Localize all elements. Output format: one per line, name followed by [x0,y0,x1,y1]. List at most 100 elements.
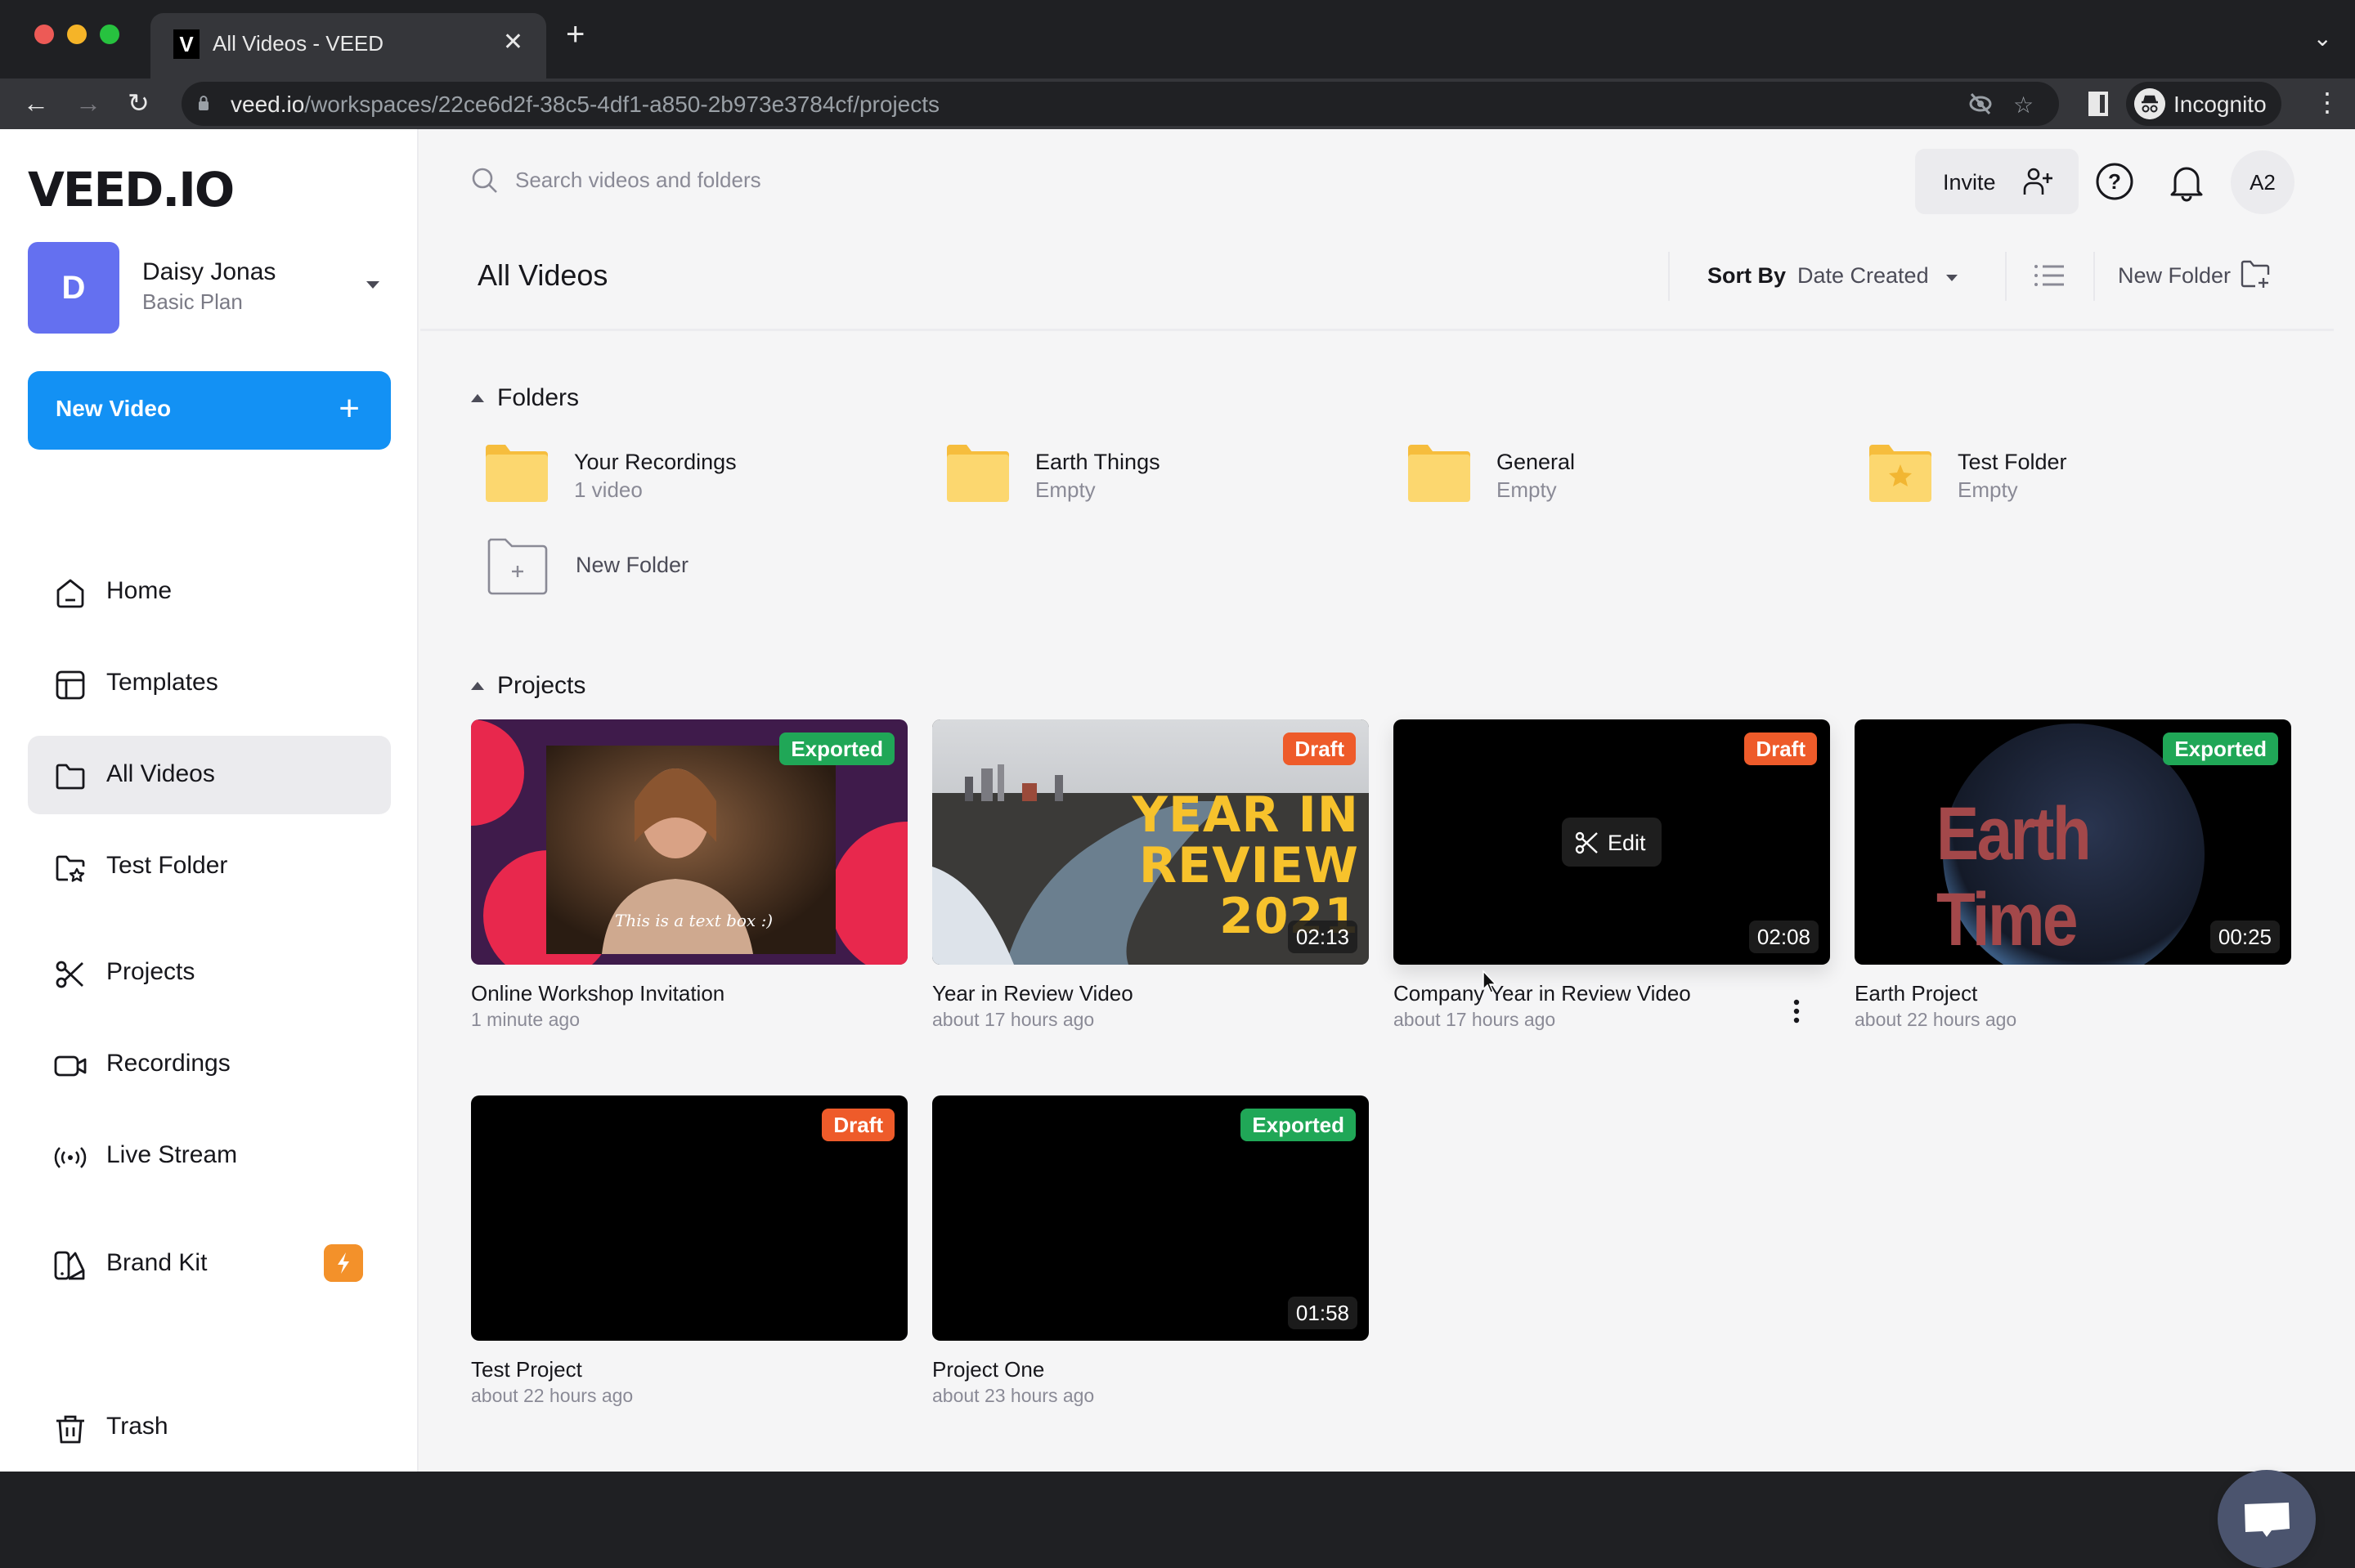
reload-icon[interactable]: ↻ [128,87,150,119]
maximize-window-button[interactable] [100,25,119,44]
folder-subtitle: Empty [1958,477,2018,502]
sidebar-item-templates[interactable]: Templates [28,644,391,723]
folder-icon [56,764,85,790]
thumbnail-headline: YEAR IN REVIEW 2021 [1132,786,1359,945]
sidebar-item-recordings[interactable]: Recordings [28,1025,391,1104]
sidebar-item-projects[interactable]: Projects [28,934,391,1012]
tab-title: All Videos - VEED [213,31,384,56]
broadcast-icon [54,1147,87,1168]
veed-logo[interactable]: VEED.IO [28,162,235,217]
forward-icon[interactable]: → [75,87,101,119]
folder-item[interactable]: Earth Things Empty [945,443,1354,508]
folder-name: General [1496,450,1576,474]
folder-icon [1408,445,1470,502]
project-title[interactable]: Earth Project [1855,981,1977,1006]
folder-item[interactable]: General Empty [1406,443,1815,508]
account-name: Daisy Jonas [142,258,276,285]
duration-badge: 02:13 [1287,921,1357,953]
sidebar-item-trash[interactable]: Trash [28,1388,391,1467]
list-view-icon[interactable] [2033,263,2066,288]
sidebar-item-live-stream[interactable]: Live Stream [28,1117,391,1195]
user-avatar[interactable]: A2 [2231,150,2294,214]
more-options-icon[interactable] [1792,999,1801,1024]
account-plan: Basic Plan [142,289,243,314]
folder-item[interactable]: Test Folder Empty [1868,443,2276,508]
project-thumbnail[interactable]: YEAR IN REVIEW 2021 Draft 02:13 [932,719,1369,965]
project-title[interactable]: Company Year in Review Video [1393,981,1691,1006]
folder-name: Earth Things [1035,450,1160,474]
project-thumbnail[interactable]: Earth Time Exported 00:25 [1855,719,2291,965]
sidebar-item-home[interactable]: Home [28,553,391,631]
account-switcher[interactable]: D Daisy Jonas Basic Plan [28,242,388,334]
star-icon[interactable]: ☆ [2013,92,2034,119]
collapse-folders-icon[interactable] [471,394,484,402]
minimize-window-button[interactable] [67,25,87,44]
tab-close-icon[interactable]: ✕ [503,28,523,56]
new-folder-icon[interactable] [2241,260,2270,289]
status-badge: Exported [1240,1109,1356,1141]
scissors-icon [1575,831,1598,854]
project-timestamp: 1 minute ago [471,1009,580,1030]
side-panel-icon[interactable] [2088,92,2108,116]
url-text[interactable]: veed.io/workspaces/22ce6d2f-38c5-4df1-a8… [231,92,940,118]
new-folder-button[interactable]: New Folder [486,536,895,602]
new-tab-icon[interactable]: + [566,18,585,51]
back-icon[interactable]: ← [23,87,49,119]
project-timestamp: about 22 hours ago [471,1385,634,1406]
project-thumbnail[interactable]: Exported 01:58 [932,1095,1369,1341]
project-thumbnail[interactable]: Draft [471,1095,908,1341]
browser-tab-active[interactable]: V All Videos - VEED ✕ [150,13,546,78]
collapse-projects-icon[interactable] [471,682,484,690]
sidebar-item-label: Recordings [106,1050,231,1077]
thumbnail-headline: Earth Time [1936,792,2092,961]
browser-window: V All Videos - VEED ✕ + ⌄ ← → ↻ veed.io/… [0,0,2355,1568]
search-input[interactable] [515,162,1169,198]
new-video-label: New Video [56,396,172,421]
tab-list-chevron-icon[interactable]: ⌄ [2313,25,2332,52]
project-thumbnail[interactable]: This is a text box :) Exported [471,719,908,965]
help-icon[interactable]: ? [2095,162,2134,201]
new-video-button[interactable]: New Video + [28,371,391,450]
project-timestamp: about 17 hours ago [932,1009,1095,1030]
sidebar-item-brand-kit[interactable]: Brand Kit [28,1225,391,1303]
projects-section-title[interactable]: Projects [497,672,585,700]
caret-down-icon[interactable] [1946,275,1958,281]
project-title[interactable]: Online Workshop Invitation [471,981,724,1006]
project-title[interactable]: Project One [932,1357,1044,1382]
plus-icon: + [339,388,360,428]
eye-off-icon[interactable] [1967,92,1994,116]
folder-subtitle: 1 video [574,477,643,502]
video-camera-icon [54,1055,87,1077]
project-thumbnail[interactable]: Draft Edit 02:08 [1393,719,1830,965]
sidebar-item-test-folder[interactable]: Test Folder [28,827,391,906]
new-folder-label: New Folder [576,553,689,577]
invite-button[interactable]: Invite [1915,149,2079,214]
folder-item[interactable]: Your Recordings 1 video [484,443,893,508]
chat-support-button[interactable] [2218,1470,2316,1568]
invite-label: Invite [1943,170,1996,195]
sort-dropdown[interactable]: Date Created [1797,263,1929,289]
veed-favicon-icon: V [173,29,200,59]
sidebar-item-all-videos[interactable]: All Videos [28,736,391,814]
incognito-label: Incognito [2173,92,2267,117]
search-icon [472,168,497,193]
incognito-indicator[interactable]: Incognito [2126,82,2281,126]
veed-app: VEED.IO D Daisy Jonas Basic Plan New Vid… [0,129,2355,1568]
templates-icon [56,670,85,700]
status-badge: Exported [779,732,895,765]
project-timestamp: about 22 hours ago [1855,1009,2017,1030]
edit-button[interactable]: Edit [1562,818,1662,867]
duration-badge: 00:25 [2209,921,2280,953]
incognito-icon [2134,88,2165,119]
project-title[interactable]: Year in Review Video [932,981,1133,1006]
sidebar-item-label: Home [106,577,173,604]
bell-icon[interactable] [2169,162,2205,203]
page-title: All Videos [478,258,608,292]
address-bar[interactable]: veed.io/workspaces/22ce6d2f-38c5-4df1-a8… [182,82,2059,126]
project-title[interactable]: Test Project [471,1357,582,1382]
new-folder-header-button[interactable]: New Folder [2118,263,2231,289]
close-window-button[interactable] [34,25,54,44]
mouse-cursor-icon [1483,970,1497,993]
folders-section-title[interactable]: Folders [497,384,579,412]
kebab-menu-icon[interactable]: ⋮ [2314,87,2340,118]
